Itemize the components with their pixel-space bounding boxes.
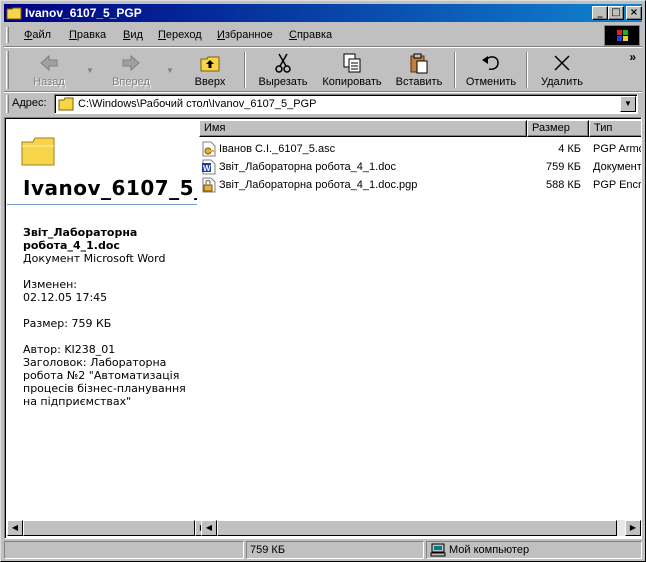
- scroll-left-button[interactable]: ◀: [7, 520, 23, 536]
- file-name: Звіт_Лабораторна робота_4_1.doc: [219, 161, 396, 173]
- paste-button[interactable]: Вставить: [390, 50, 448, 90]
- toolbar-separator: [454, 52, 456, 88]
- pgp-lock-icon: [202, 177, 216, 193]
- menu-favorites[interactable]: Избранное: [217, 29, 273, 41]
- horizontal-scrollbar[interactable]: ◀ ▶ ▶ ◀: [7, 520, 641, 536]
- explorer-window: Ivanov_6107_5_PGP _ □ × Файл Правка Вид …: [0, 0, 646, 562]
- address-field[interactable]: C:\Windows\Рабочий стол\Ivanov_6107_5_PG…: [54, 94, 638, 114]
- file-row[interactable]: W Звіт_Лабораторна робота_4_1.doc 759 КБ…: [199, 158, 641, 176]
- selection-details: Звіт_Лабораторна робота_4_1.doc Документ…: [23, 226, 195, 408]
- list-scroll-thumb[interactable]: [217, 520, 617, 536]
- forward-dropdown-icon[interactable]: ▼: [166, 66, 174, 75]
- toolbar-separator: [244, 52, 246, 88]
- file-name: Іванов С.І._6107_5.asc: [219, 143, 336, 155]
- status-panel-info: [4, 541, 244, 559]
- size-info: Размер: 759 КБ: [23, 317, 112, 330]
- menu-grip[interactable]: [6, 27, 9, 43]
- minimize-button[interactable]: _: [592, 6, 608, 20]
- file-type: PGP Encrypted File: [593, 179, 641, 191]
- column-header-type[interactable]: Тип: [589, 120, 641, 137]
- address-bar: Адрес: C:\Windows\Рабочий стол\Ivanov_61…: [4, 93, 642, 115]
- scroll-thumb[interactable]: [23, 520, 195, 536]
- address-label: Адрес:: [12, 97, 47, 109]
- undo-icon: [482, 56, 499, 70]
- folder-name-heading: Ivanov_6107_5_PGP: [23, 176, 197, 200]
- status-bar: 759 КБ Мой компьютер: [4, 541, 642, 559]
- status-size: 759 КБ: [246, 541, 424, 559]
- modified-value: 02.12.05 17:45: [23, 291, 108, 304]
- big-folder-icon: [21, 137, 55, 166]
- scissors-icon: [275, 53, 291, 73]
- folder-icon: [58, 97, 74, 111]
- toolbar-grip[interactable]: [6, 51, 9, 89]
- heading-divider: [7, 204, 197, 205]
- back-dropdown-icon[interactable]: ▼: [86, 66, 94, 75]
- content-area: Ivanov_6107_5_PGP Звіт_Лабораторна робот…: [4, 117, 642, 539]
- file-list: Имя Размер Тип Іванов С.І._6107_5.asc 4 …: [199, 120, 641, 520]
- modified-label: Изменен:: [23, 278, 78, 291]
- folder-icon: [6, 7, 22, 20]
- window-title: Ivanov_6107_5_PGP: [25, 6, 142, 20]
- file-size: 4 КБ: [558, 143, 581, 155]
- file-type: PGP Armored File: [593, 143, 641, 155]
- list-scroll-right-button[interactable]: ▶: [625, 520, 641, 536]
- standard-toolbar: Назад ▼ Вперед ▼ Вверх Вырезать Копирова…: [4, 48, 642, 92]
- menu-help[interactable]: Справка: [289, 29, 332, 41]
- list-scroll-left-button[interactable]: ◀: [201, 520, 217, 536]
- clipboard-icon: [410, 53, 428, 74]
- webview-panel: Ivanov_6107_5_PGP Звіт_Лабораторна робот…: [7, 120, 197, 520]
- maximize-button[interactable]: □: [608, 6, 624, 20]
- windows-logo-icon: [604, 25, 640, 46]
- menu-edit[interactable]: Правка: [69, 29, 106, 41]
- file-size: 588 КБ: [545, 179, 581, 191]
- title-bar[interactable]: Ivanov_6107_5_PGP _ □ ×: [4, 4, 642, 22]
- column-header-size[interactable]: Размер: [527, 120, 589, 137]
- delete-x-icon: [554, 55, 570, 71]
- file-row[interactable]: Звіт_Лабораторна робота_4_1.doc.pgp 588 …: [199, 176, 641, 194]
- status-location: Мой компьютер: [449, 544, 530, 556]
- column-header-name[interactable]: Имя: [199, 120, 527, 137]
- menu-go[interactable]: Переход: [158, 29, 202, 41]
- address-grip[interactable]: [6, 95, 9, 113]
- toolbar-more-chevron[interactable]: »: [629, 50, 636, 64]
- back-arrow-icon: [40, 54, 58, 72]
- file-type: Документ Microsoft Word: [593, 161, 641, 173]
- pgp-key-icon: [202, 141, 216, 157]
- close-button[interactable]: ×: [626, 6, 642, 20]
- selected-file-name: Звіт_Лабораторна робота_4_1.doc: [23, 226, 138, 252]
- delete-button[interactable]: Удалить: [534, 50, 590, 90]
- undo-button[interactable]: Отменить: [460, 50, 522, 90]
- file-name: Звіт_Лабораторна робота_4_1.doc.pgp: [219, 179, 418, 191]
- selected-file-type: Документ Microsoft Word: [23, 252, 166, 265]
- copy-icon: [343, 53, 361, 73]
- toolbar-separator: [526, 52, 528, 88]
- file-row[interactable]: Іванов С.І._6107_5.asc 4 КБ PGP Armored …: [199, 140, 641, 158]
- address-dropdown-button[interactable]: ▼: [620, 96, 636, 112]
- svg-text:W: W: [203, 164, 211, 173]
- author-info: Автор: KI238_01: [23, 343, 116, 356]
- menu-view[interactable]: Вид: [123, 29, 143, 41]
- forward-arrow-icon: [122, 54, 140, 72]
- my-computer-icon: [430, 543, 446, 557]
- title-info: Заголовок: Лабораторна робота №2 "Автома…: [23, 356, 186, 408]
- copy-button[interactable]: Копировать: [316, 50, 388, 90]
- address-text: C:\Windows\Рабочий стол\Ivanov_6107_5_PG…: [78, 98, 317, 110]
- menu-bar: Файл Правка Вид Переход Избранное Справк…: [4, 24, 642, 46]
- up-button[interactable]: Вверх: [184, 50, 236, 90]
- up-folder-icon: [200, 56, 220, 72]
- cut-button[interactable]: Вырезать: [252, 50, 314, 90]
- status-location-panel: Мой компьютер: [426, 541, 642, 559]
- back-button[interactable]: Назад: [18, 50, 80, 90]
- file-size: 759 КБ: [545, 161, 581, 173]
- forward-button[interactable]: Вперед: [100, 50, 162, 90]
- word-doc-icon: W: [202, 159, 216, 175]
- menu-file[interactable]: Файл: [24, 29, 51, 41]
